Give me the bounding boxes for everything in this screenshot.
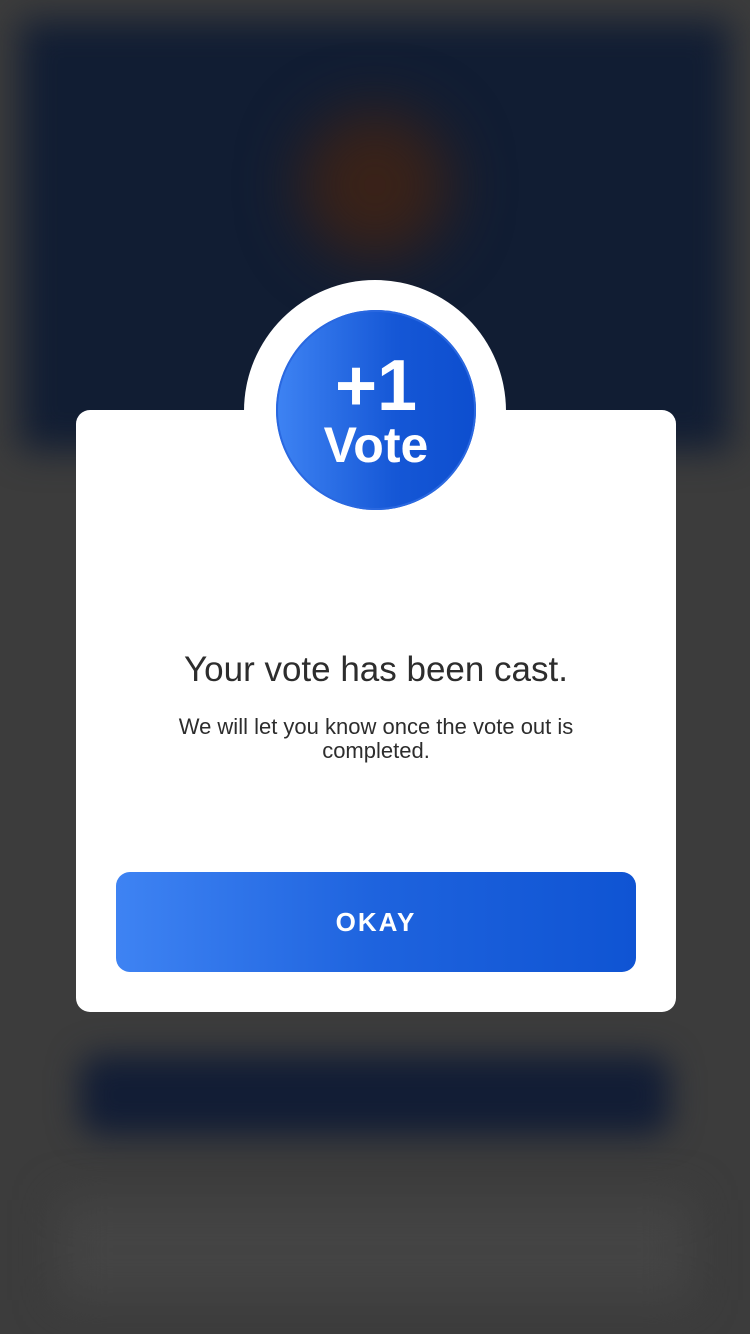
screen: Your vote has been cast. We will let you… [0,0,750,1334]
okay-button[interactable]: OKAY [116,872,636,972]
blurred-background-button [80,1055,670,1135]
vote-badge-icon: +1 Vote [276,310,476,510]
dialog-message: We will let you know once the vote out i… [178,714,574,763]
blurred-background-image [300,110,450,260]
vote-badge-label: Vote [323,417,429,473]
vote-badge-count: +1 [334,346,418,426]
blurred-background-footer [60,1200,690,1300]
dialog-title: Your vote has been cast. [184,650,568,689]
